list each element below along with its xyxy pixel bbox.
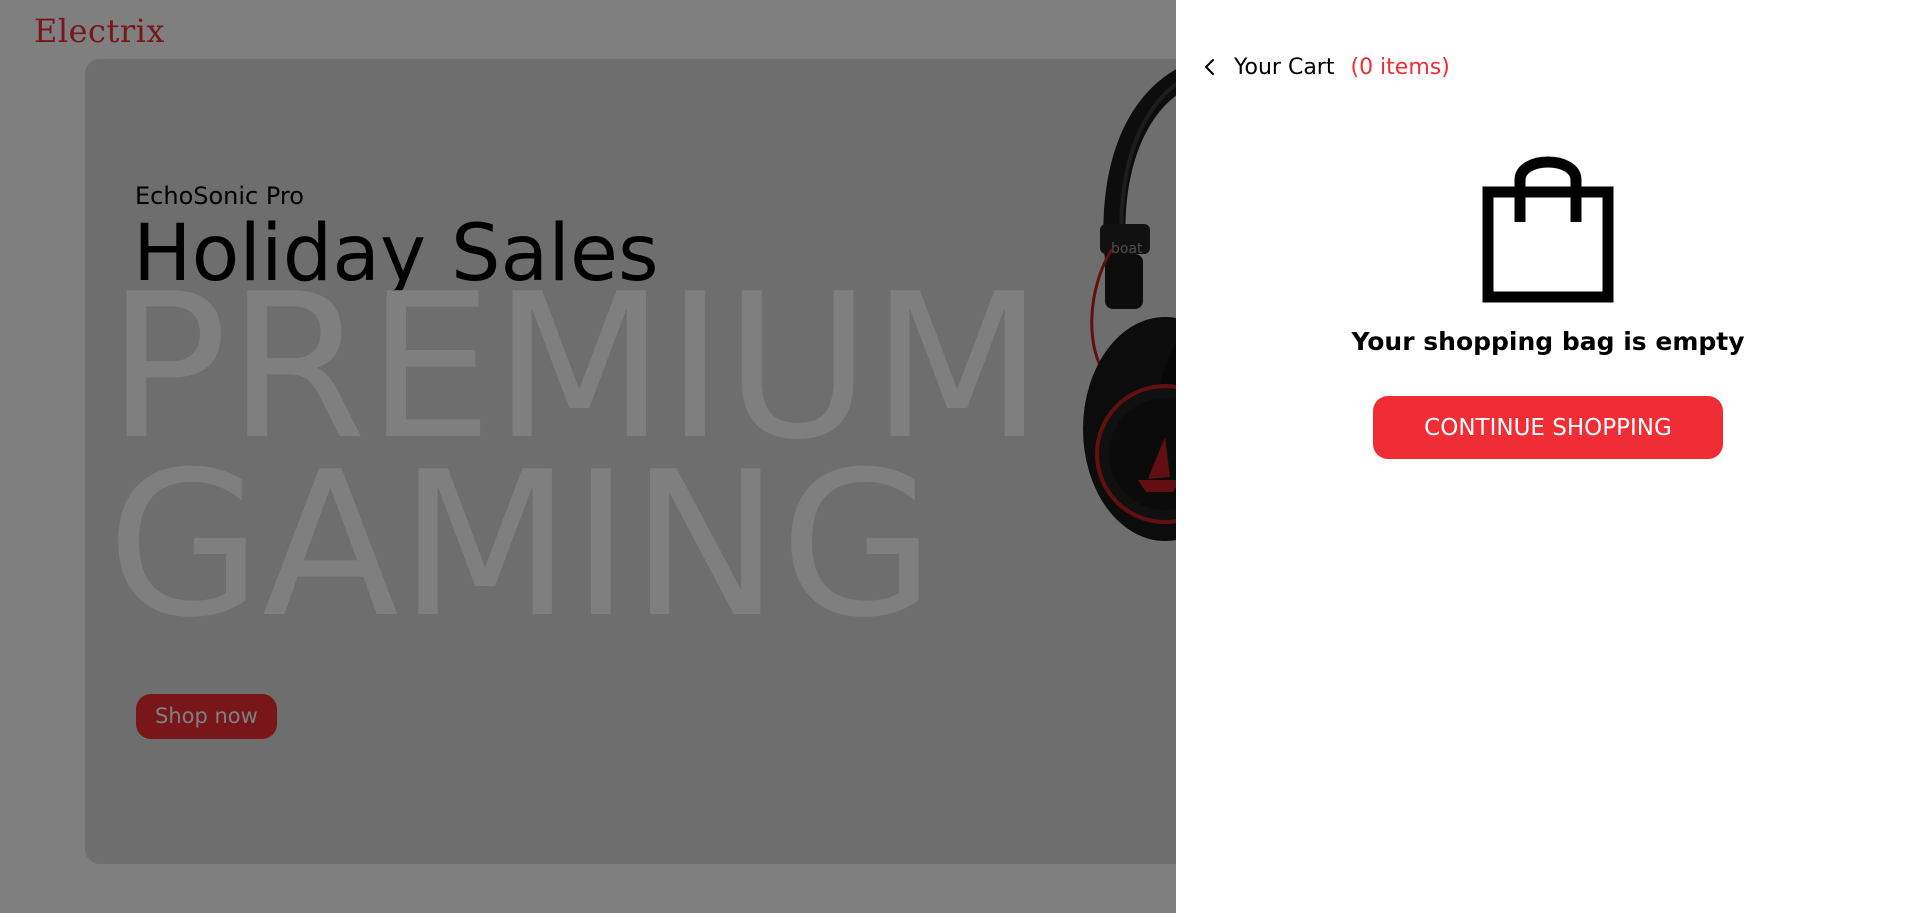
shopping-bag-icon <box>1482 156 1614 303</box>
cart-item-count: (0 items) <box>1350 54 1450 80</box>
cart-panel: Your Cart (0 items) Your shopping bag is… <box>1176 0 1920 913</box>
empty-cart-message: Your shopping bag is empty <box>1351 327 1745 356</box>
page: Electrix EchoSonic Pro Holiday Sales PRE… <box>0 0 1920 913</box>
continue-shopping-button[interactable]: CONTINUE SHOPPING <box>1373 396 1723 459</box>
cart-title: Your Cart <box>1234 54 1335 80</box>
chevron-left-icon <box>1205 59 1214 75</box>
cart-back-button[interactable]: Your Cart (0 items) <box>1200 52 1450 82</box>
empty-cart-section: Your shopping bag is empty CONTINUE SHOP… <box>1176 150 1920 459</box>
